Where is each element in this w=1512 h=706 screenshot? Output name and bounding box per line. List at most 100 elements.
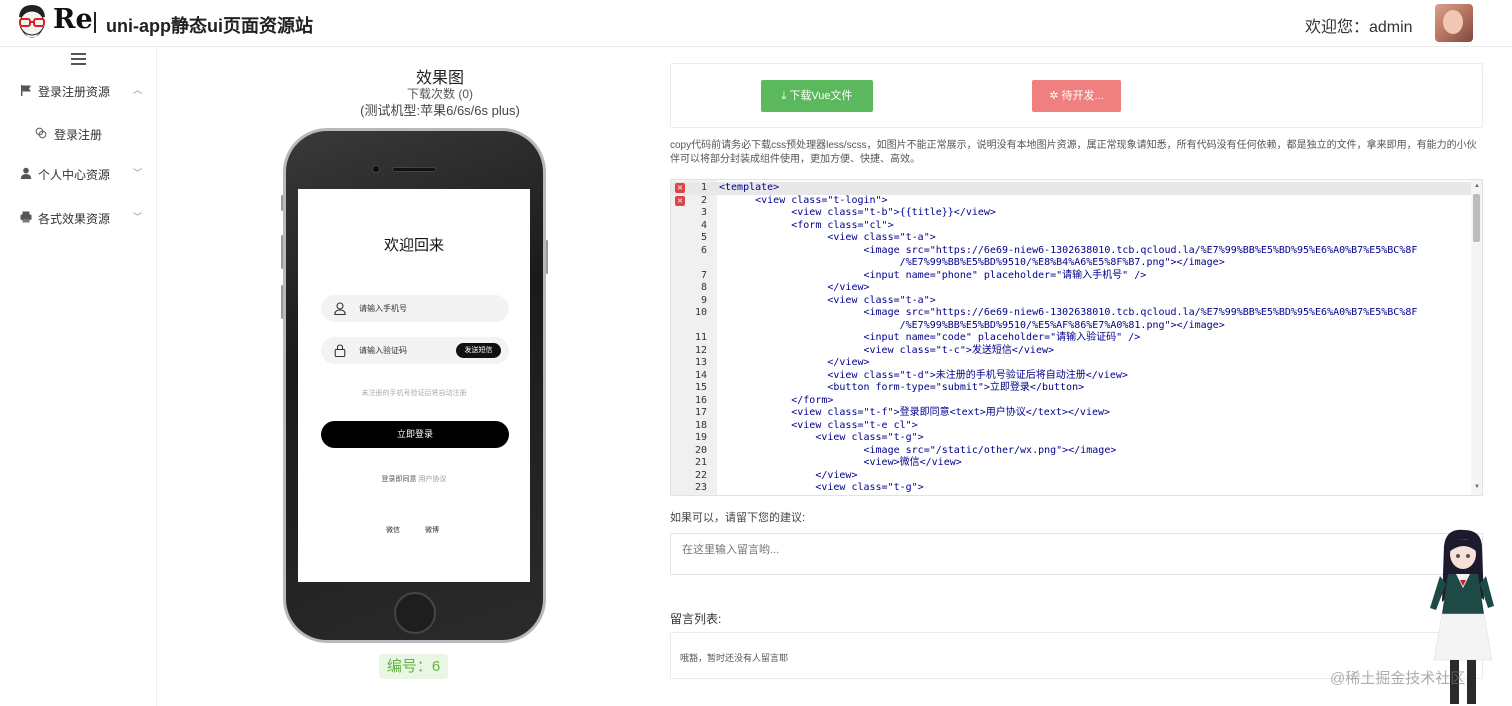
code-line[interactable]: 23 <view class="t-g">	[671, 482, 1471, 495]
code-line[interactable]: 21 <view>微信</view>	[671, 457, 1471, 470]
sidebar-item-user-center[interactable]: 个人中心资源 ﹀	[0, 163, 156, 185]
line-number: 16	[694, 394, 707, 406]
code-line[interactable]: 3 <view class="t-b">{{title}}</view>	[671, 207, 1471, 220]
wechat-login[interactable]: 微信	[386, 525, 400, 535]
code-line[interactable]: 20 <image src="/static/other/wx.png"></i…	[671, 445, 1471, 458]
sidebar: 登录注册资源 ︿ 登录注册 个人中心资源 ﹀ 各式效果资源 ﹀	[0, 47, 157, 706]
code-line[interactable]: 8 </view>	[671, 282, 1471, 295]
verification-code-input[interactable]: 请输入验证码 发送短信	[321, 337, 509, 364]
code-text: <view class="t-b">{{title}}</view>	[719, 207, 996, 218]
logo-text[interactable]: Re	[53, 4, 93, 35]
avatar[interactable]	[1435, 4, 1473, 42]
code-text: <view class="t-d">未注册的手机号验证后将自动注册</view>	[719, 369, 1128, 381]
code-line[interactable]: /%E7%99%BB%E5%BD%9510/%E5%AF%86%E7%A0%81…	[671, 320, 1471, 333]
chevron-up-icon: ︿	[133, 85, 143, 95]
code-line[interactable]: 4 <form class="cl">	[671, 220, 1471, 233]
sidebar-item-label: 登录注册资源	[38, 85, 111, 99]
screen-title: 欢迎回来	[383, 237, 444, 254]
login-button[interactable]: 立即登录	[321, 421, 509, 448]
phone-home-button	[394, 592, 436, 634]
link-icon	[35, 127, 47, 139]
line-number: 11	[694, 332, 707, 343]
watermark: @稀土掘金技术社区	[1330, 670, 1466, 687]
agreement-text: 登录即同意 用户协议	[298, 474, 530, 484]
user-outline-icon	[334, 302, 346, 315]
scroll-down-icon[interactable]: ▼	[1474, 484, 1480, 490]
line-number: 5	[700, 232, 707, 243]
code-line[interactable]: 13 </view>	[671, 357, 1471, 370]
code-line[interactable]: 18 <view class="t-e cl">	[671, 420, 1471, 433]
suggestion-textarea[interactable]	[670, 533, 1483, 575]
site-title[interactable]: uni-app静态ui页面资源站	[106, 12, 313, 38]
code-line[interactable]: 10 <image src="https://6e69-niew6-130263…	[671, 307, 1471, 320]
sidebar-item-login[interactable]: 登录注册	[0, 123, 156, 145]
code-text: <view class="t-c">发送短信</view>	[719, 344, 1055, 356]
line-number: 12	[694, 344, 707, 356]
code-text: <view>微信</view>	[719, 457, 962, 468]
code-text: </view>	[719, 469, 858, 481]
scroll-up-icon[interactable]: ▲	[1474, 183, 1480, 189]
flag-icon	[21, 85, 31, 96]
line-number: 20	[694, 444, 707, 456]
code-text: <view class="t-login">	[719, 194, 888, 206]
code-line[interactable]: 19 <view class="t-g">	[671, 432, 1471, 445]
line-number: 9	[700, 294, 707, 306]
sidebar-item-login-resources[interactable]: 登录注册资源 ︿	[0, 80, 156, 102]
code-text: <view class="t-a">	[719, 294, 936, 306]
code-editor[interactable]: × 1 <template> × 2 <view class="t-login"> 3 <…	[670, 179, 1483, 496]
logo-icon[interactable]	[16, 3, 48, 43]
code-line[interactable]: 6 <image src="https://6e69-niew6-1302638…	[671, 245, 1471, 258]
code-text: <view class="t-g">	[719, 432, 924, 443]
code-line[interactable]: × 2 <view class="t-login">	[671, 195, 1471, 208]
weibo-login[interactable]: 微博	[425, 525, 439, 535]
code-line[interactable]: 17 <view class="t-f">登录即同意<text>用户协议</te…	[671, 407, 1471, 420]
line-number: 22	[694, 469, 707, 481]
code-text: <image src="https://6e69-niew6-130263801…	[719, 244, 1418, 256]
phone-camera	[372, 165, 380, 173]
line-number: 1	[700, 182, 707, 193]
scrollbar-thumb[interactable]	[1473, 194, 1480, 242]
code-line[interactable]: 16 </form>	[671, 395, 1471, 408]
in-development-button[interactable]: ✲ 待开发...	[1032, 80, 1121, 112]
serial-number-badge: 编号：6	[379, 654, 448, 679]
code-line[interactable]: 5 <view class="t-a">	[671, 232, 1471, 245]
send-code-button[interactable]: 发送短信	[456, 343, 501, 358]
code-content[interactable]: × 1 <template> × 2 <view class="t-login"> 3 <…	[671, 180, 1471, 495]
code-text: <view class="t-a">	[719, 232, 936, 243]
printer-icon	[20, 211, 32, 223]
download-vue-button[interactable]: ⤓ 下载Vue文件	[761, 80, 873, 112]
line-number: 6	[700, 244, 707, 256]
line-number: 21	[694, 457, 707, 468]
top-bar: Re uni-app静态ui页面资源站 欢迎您：admin	[0, 0, 1512, 47]
sidebar-item-effects[interactable]: 各式效果资源 ﹀	[0, 207, 156, 229]
phone-number-placeholder: 请输入手机号	[359, 304, 407, 313]
code-line[interactable]: × 1 <template>	[671, 182, 1471, 195]
code-text: <input name="code" placeholder="请输入验证码" …	[719, 332, 1141, 343]
welcome-user[interactable]: 欢迎您：admin	[1305, 13, 1413, 37]
code-line[interactable]: 14 <view class="t-d">未注册的手机号验证后将自动注册</vi…	[671, 370, 1471, 383]
code-text: <image src="https://6e69-niew6-130263801…	[719, 307, 1418, 318]
editor-scrollbar[interactable]: ▲ ▼	[1471, 180, 1482, 495]
line-number: 14	[694, 369, 707, 381]
code-line[interactable]: 11 <input name="code" placeholder="请输入验证…	[671, 332, 1471, 345]
test-device: (测试机型:苹果6/6s/6s plus)	[360, 103, 520, 118]
user-agreement-link[interactable]: 用户协议	[418, 476, 446, 483]
code-line[interactable]: 7 <input name="phone" placeholder="请输入手机…	[671, 270, 1471, 283]
code-line[interactable]: 9 <view class="t-a">	[671, 295, 1471, 308]
code-line[interactable]: 12 <view class="t-c">发送短信</view>	[671, 345, 1471, 358]
code-line[interactable]: 15 <button form-type="submit">立即登录</butt…	[671, 382, 1471, 395]
code-line[interactable]: 22 </view>	[671, 470, 1471, 483]
chevron-down-icon: ﹀	[133, 168, 143, 178]
logo-divider	[94, 12, 96, 33]
menu-toggle-icon[interactable]	[71, 53, 86, 65]
code-text: <form class="cl">	[719, 219, 894, 231]
code-text: <view class="t-e cl">	[719, 419, 918, 431]
code-line[interactable]: /%E7%99%BB%E5%BD%9510/%E8%B4%A6%E5%8F%B7…	[671, 257, 1471, 270]
user-icon	[20, 167, 32, 179]
line-number: 10	[694, 307, 707, 318]
code-text: /%E7%99%BB%E5%BD%9510/%E8%B4%A6%E5%8F%B7…	[719, 257, 1225, 268]
code-text: <view class="t-g">	[719, 482, 924, 493]
line-number: 13	[694, 357, 707, 368]
code-text: <input name="phone" placeholder="请输入手机号"…	[719, 269, 1147, 281]
phone-number-input[interactable]: 请输入手机号	[321, 295, 509, 322]
